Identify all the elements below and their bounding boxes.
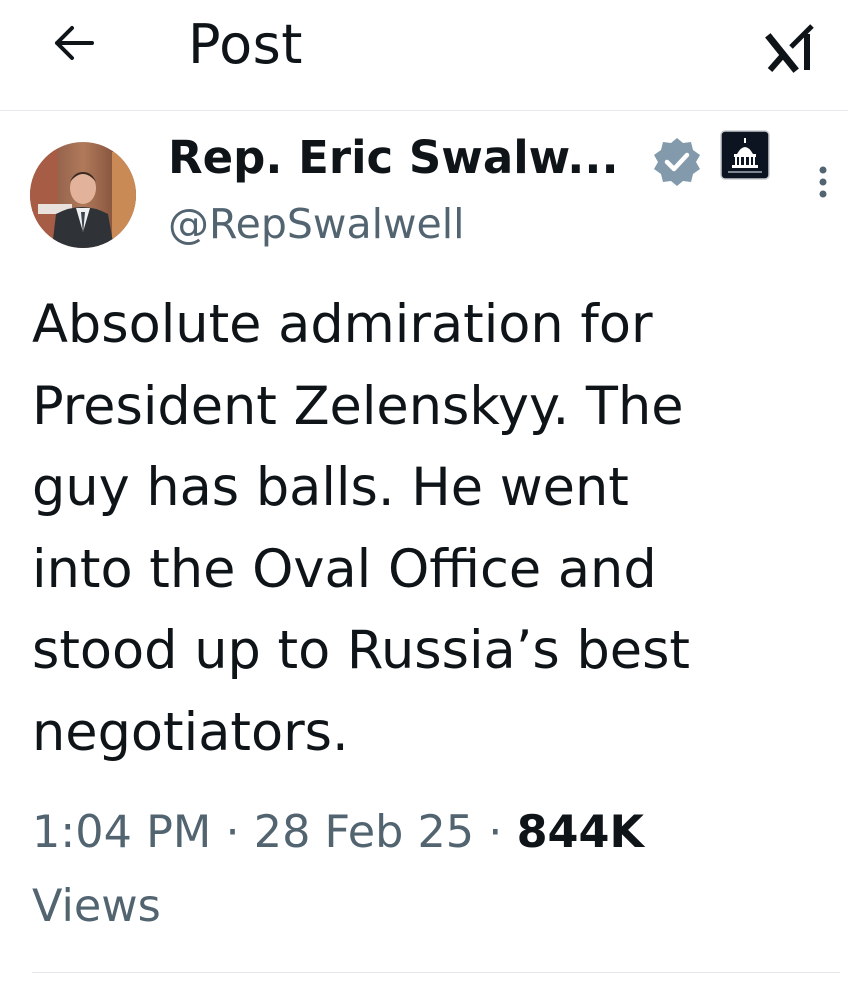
post-time[interactable]: 1:04 PM xyxy=(32,807,211,858)
page-title: Post xyxy=(188,13,303,76)
more-options-icon[interactable] xyxy=(808,160,838,210)
grok-icon xyxy=(765,24,814,73)
back-button[interactable] xyxy=(48,20,100,66)
views-count: 844K xyxy=(516,807,644,858)
post-date[interactable]: 28 Feb 25 xyxy=(254,807,474,858)
meta-separator: · xyxy=(225,807,240,858)
us-house-capitol-icon[interactable] xyxy=(720,130,770,180)
post-meta: 1:04 PM · 28 Feb 25 · 844K Views xyxy=(32,796,832,944)
meta-separator: · xyxy=(488,807,503,858)
views-label: Views xyxy=(32,881,161,932)
divider xyxy=(32,972,840,973)
author-handle[interactable]: @RepSwalwell xyxy=(168,196,465,252)
grok-button[interactable] xyxy=(764,20,820,76)
post-text: Absolute admiration for President Zelens… xyxy=(32,294,691,763)
author-display-name[interactable]: Rep. Eric Swalw... xyxy=(168,128,619,188)
arrow-left-icon xyxy=(55,26,94,60)
verified-badge-icon xyxy=(654,138,700,186)
top-bar: Post xyxy=(0,0,848,111)
avatar[interactable] xyxy=(30,142,136,248)
